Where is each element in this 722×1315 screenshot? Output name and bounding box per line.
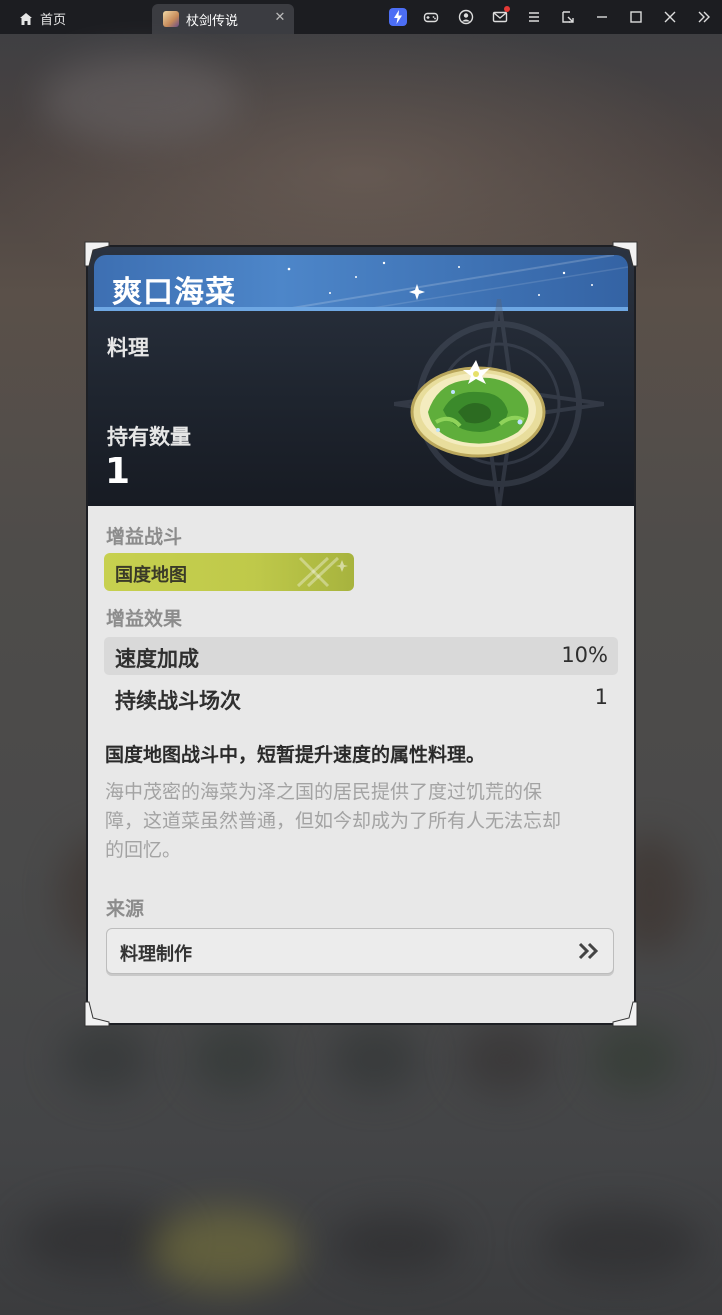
bg-blur (590, 1024, 680, 1094)
collapse-icon[interactable] (695, 8, 713, 26)
close-icon[interactable] (661, 8, 679, 26)
source-button-label: 料理制作 (120, 944, 192, 965)
flavor-line: 海中茂密的海菜为泽之国的居民提供了度过饥荒的保 (105, 781, 543, 803)
boost-icon[interactable] (389, 8, 407, 26)
card-header: 爽口海菜 料理 持有数量 1 (88, 247, 634, 509)
source-cooking-button[interactable]: 料理制作 (106, 928, 614, 974)
game-tab-icon (163, 11, 179, 27)
maximize-icon[interactable] (627, 8, 645, 26)
game-tab[interactable]: 杖剑传说 ✕ (152, 4, 294, 34)
bg-blur (330, 1214, 460, 1274)
corner-ornament (84, 241, 110, 267)
bg-blur (330, 1024, 420, 1094)
corner-ornament (84, 1001, 110, 1027)
item-title: 爽口海菜 (112, 275, 236, 310)
stat-row: 持续战斗场次 1 (104, 679, 618, 717)
bg-blur (460, 1024, 550, 1094)
item-flavor-text: 海中茂密的海菜为泽之国的居民提供了度过饥荒的保 障，这道菜虽然普通，但如今却成为… (105, 778, 625, 865)
bg-blur (60, 1024, 150, 1094)
bg-blur (150, 1209, 300, 1289)
item-category: 料理 (107, 336, 149, 360)
minimize-icon[interactable] (593, 8, 611, 26)
owned-quantity-value: 1 (105, 451, 131, 492)
corner-ornament (612, 241, 638, 267)
buff-battle-value: 国度地图 (115, 565, 187, 586)
crossed-swords-icon (296, 556, 348, 588)
screenshot-icon[interactable] (559, 8, 577, 26)
source-label: 来源 (106, 898, 145, 920)
window-titlebar: 首页 杖剑传说 ✕ (0, 0, 722, 34)
close-tab-icon[interactable]: ✕ (273, 11, 287, 25)
flavor-line: 障，这道菜虽然普通，但如今却成为了所有人无法忘却 (105, 810, 562, 832)
home-tab-label: 首页 (40, 13, 67, 28)
buff-battle-label: 增益战斗 (106, 526, 183, 548)
seaweed-dish-icon (410, 360, 546, 458)
buff-effect-label: 增益效果 (106, 608, 183, 630)
mail-notification-dot (504, 6, 510, 12)
bg-blur (40, 54, 240, 144)
menu-icon[interactable] (525, 8, 543, 26)
home-icon (20, 12, 32, 25)
double-chevron-icon (578, 942, 599, 960)
item-summary: 国度地图战斗中，短暂提升速度的属性料理。 (105, 744, 486, 766)
stat-value: 10% (561, 643, 608, 667)
home-tab[interactable]: 首页 (18, 9, 66, 28)
bg-blur (190, 1024, 280, 1094)
item-detail-card: 爽口海菜 料理 持有数量 1 增益战斗 国度地图 增益效果 速度加成 10% 持… (88, 247, 634, 1023)
bg-blur (540, 1209, 700, 1279)
stat-row: 速度加成 10% (104, 637, 618, 675)
stat-value: 1 (594, 685, 608, 709)
buff-battle-tag: 国度地图 (104, 553, 354, 591)
card-body: 增益战斗 国度地图 增益效果 速度加成 10% 持续战斗场次 1 国度地图战斗中… (88, 506, 634, 1023)
game-tab-label: 杖剑传说 (186, 13, 239, 29)
owned-quantity-label: 持有数量 (107, 425, 191, 449)
mail-icon[interactable] (491, 6, 510, 26)
gamepad-icon[interactable] (422, 8, 440, 26)
corner-ornament (612, 1001, 638, 1027)
stat-name: 速度加成 (115, 647, 199, 671)
account-icon[interactable] (457, 8, 475, 26)
flavor-line: 的回忆。 (105, 839, 182, 861)
stat-name: 持续战斗场次 (115, 689, 241, 713)
